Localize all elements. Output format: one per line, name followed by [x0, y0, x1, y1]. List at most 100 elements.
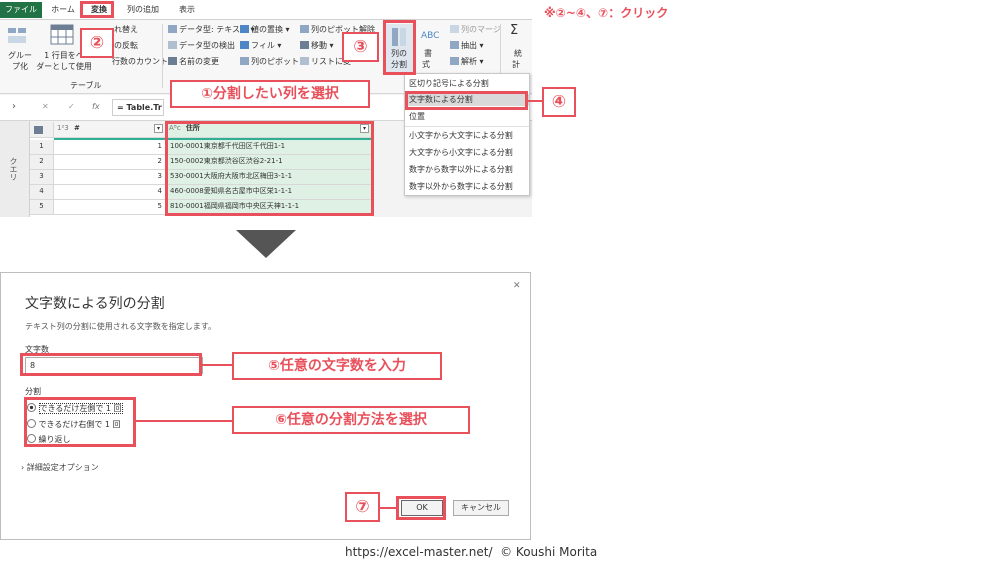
move-button[interactable]: 移動 ▾ [300, 40, 334, 51]
reverse-rows-button[interactable]: の反転 [114, 40, 138, 51]
fill-label: フィル [251, 41, 275, 50]
menu-item-lower-to-upper[interactable]: 小文字から大文字による分割 [409, 130, 513, 142]
down-arrow-icon [236, 230, 296, 258]
table-group-label: テーブル [70, 81, 102, 90]
highlight-transform-tab [80, 1, 114, 18]
fill-icon [240, 41, 249, 49]
tab-add-column[interactable]: 列の追加 [120, 2, 166, 18]
highlight-split-options [24, 397, 136, 447]
callout-6-connector [136, 420, 232, 422]
pivot-button[interactable]: 列のピボット [240, 56, 299, 67]
row-number[interactable]: 1 [30, 140, 54, 155]
statistics-icon: Σ [510, 23, 519, 38]
row-number[interactable]: 3 [30, 170, 54, 185]
merge-columns-button[interactable]: 列のマージ [450, 24, 501, 35]
data-type-icon [168, 25, 177, 33]
parse-button[interactable]: 解析 ▾ [450, 56, 484, 67]
column-header-number[interactable]: 1²3 # ▾ [54, 122, 166, 138]
parse-label: 解析 [461, 57, 477, 66]
pivot-icon [240, 57, 249, 65]
callout-5-connector [202, 364, 232, 366]
table-cell-number[interactable]: 5 [54, 200, 166, 215]
advanced-options-toggle[interactable]: › 詳細設定オプション [21, 463, 99, 473]
cancel-formula-icon[interactable]: ✕ [42, 102, 49, 112]
group-by-icon [6, 26, 30, 46]
confirm-formula-icon[interactable]: ✓ [68, 102, 75, 112]
advanced-options-label: 詳細設定オプション [26, 463, 99, 472]
highlight-address-column [165, 121, 374, 216]
close-icon[interactable]: ✕ [513, 281, 521, 291]
parse-icon [450, 57, 459, 65]
transpose-button[interactable]: れ替え [114, 24, 138, 35]
statistics-label-2[interactable]: 計 [512, 59, 520, 70]
statistics-label-1[interactable]: 統 [514, 48, 522, 59]
data-type-label: データ型: テキスト [179, 25, 248, 34]
extract-icon [450, 41, 459, 49]
menu-item-digit-to-non-digit[interactable]: 数字から数字以外による分割 [409, 164, 513, 176]
list-icon [300, 57, 309, 65]
menu-item-by-delimiter[interactable]: 区切り記号による分割 [409, 78, 489, 90]
group-divider [162, 24, 163, 88]
callout-7: ⑦ [345, 492, 380, 522]
table-icon [50, 24, 74, 46]
extract-button[interactable]: 抽出 ▾ [450, 40, 484, 51]
detect-type-label: データ型の検出 [179, 41, 235, 50]
format-button-label-2[interactable]: 式 [422, 59, 430, 70]
count-rows-button[interactable]: 行数のカウント [112, 56, 168, 67]
menu-divider [405, 126, 529, 127]
callout-7-connector [380, 507, 396, 509]
tab-file[interactable]: ファイル [0, 2, 42, 18]
highlight-chars-input [20, 353, 202, 376]
highlight-ok-button [396, 496, 446, 520]
highlight-by-number-of-characters [405, 91, 528, 110]
extract-label: 抽出 [461, 41, 477, 50]
menu-item-non-digit-to-digit[interactable]: 数字以外から数字による分割 [409, 181, 513, 193]
svg-text:ABC: ABC [421, 31, 439, 41]
replace-values-button[interactable]: 値の置換 ▾ [240, 24, 290, 35]
move-label: 移動 [311, 41, 327, 50]
fill-button[interactable]: フィル ▾ [240, 40, 281, 51]
rename-icon [168, 57, 177, 65]
expand-queries-icon[interactable]: › [12, 102, 16, 112]
tab-view[interactable]: 表示 [172, 2, 202, 18]
move-icon [300, 41, 309, 49]
dialog-description: テキスト列の分割に使用される文字数を指定します。 [25, 322, 216, 331]
format-button-label-1[interactable]: 書 [424, 48, 432, 59]
grid-corner[interactable] [30, 122, 54, 138]
table-cell-number[interactable]: 3 [54, 170, 166, 185]
callout-2: ② [80, 28, 114, 58]
detect-type-icon [168, 41, 177, 49]
table-cell-number[interactable]: 2 [54, 155, 166, 170]
table-cell-number[interactable]: 4 [54, 185, 166, 200]
formula-input[interactable]: = Table.Tr [112, 99, 164, 116]
menu-item-upper-to-lower[interactable]: 大文字から小文字による分割 [409, 147, 513, 159]
queries-label: クエリ [9, 157, 18, 181]
group-by-button[interactable]: グルー プ化 [6, 50, 34, 72]
row-number[interactable]: 4 [30, 185, 54, 200]
table-menu-icon [34, 126, 43, 134]
cancel-button[interactable]: キャンセル [453, 500, 509, 516]
replace-icon [240, 25, 249, 33]
column-name-number: # [73, 124, 80, 132]
row-number[interactable]: 2 [30, 155, 54, 170]
queries-pane-collapsed[interactable]: クエリ [0, 121, 30, 217]
merge-columns-label: 列のマージ [461, 25, 501, 34]
callout-5: ⑤任意の文字数を入力 [232, 352, 442, 380]
copyright-footer: https://excel-master.net/ © Koushi Morit… [345, 545, 598, 559]
replace-values-label: 値の置換 [251, 25, 283, 34]
callout-1: ①分割したい列を選択 [170, 80, 370, 108]
rename-label: 名前の変更 [179, 57, 219, 66]
callout-4-connector [528, 100, 542, 102]
row-number[interactable]: 5 [30, 200, 54, 215]
filter-dropdown-icon[interactable]: ▾ [154, 124, 163, 133]
rename-button[interactable]: 名前の変更 [168, 56, 219, 67]
tab-home[interactable]: ホーム [46, 2, 80, 18]
split-label: 分割 [25, 387, 41, 396]
function-icon: fx [92, 102, 100, 111]
format-icon: ABC [420, 26, 440, 44]
detect-type-button[interactable]: データ型の検出 [168, 40, 235, 51]
menu-item-by-positions[interactable]: 位置 [409, 111, 425, 123]
table-cell-number[interactable]: 1 [54, 140, 166, 155]
callout-6: ⑥任意の分割方法を選択 [232, 406, 470, 434]
click-note: ※②~④、⑦：クリック [544, 6, 669, 20]
